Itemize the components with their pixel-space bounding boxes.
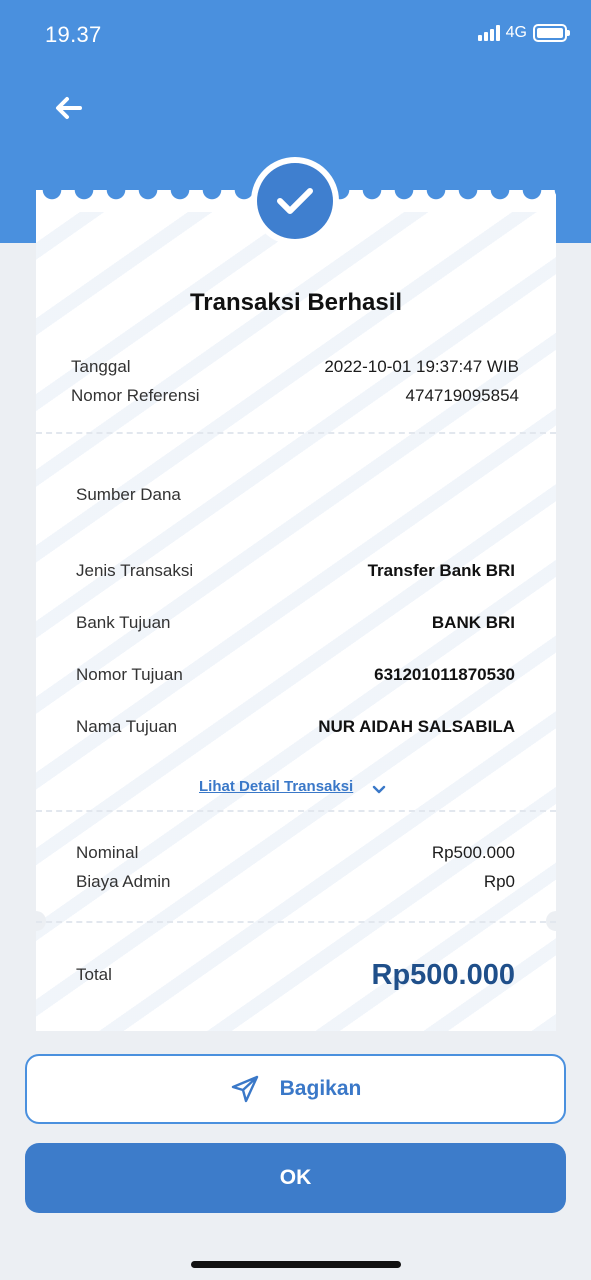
admin-fee-label: Biaya Admin	[76, 872, 171, 891]
destination-bank-value: BANK BRI	[431, 613, 515, 632]
back-button[interactable]	[50, 90, 86, 126]
status-bar: 19.37 4G	[0, 0, 591, 70]
destination-bank-label: Bank Tujuan	[76, 613, 171, 632]
ok-button[interactable]: OK	[25, 1143, 566, 1213]
share-button[interactable]: Bagikan	[25, 1054, 566, 1124]
reference-label: Nomor Referensi	[71, 386, 200, 405]
nominal-value: Rp500.000	[431, 843, 515, 862]
share-button-label: Bagikan	[279, 1077, 362, 1100]
transaction-type-value: Transfer Bank BRI	[367, 561, 515, 580]
signal-icon	[477, 25, 500, 41]
divider	[36, 810, 556, 812]
page-title: Transaksi Berhasil	[189, 289, 403, 316]
network-type: 4G	[505, 24, 527, 41]
divider	[36, 432, 556, 434]
send-icon	[231, 1075, 258, 1103]
total-value: Rp500.000	[371, 959, 516, 991]
checkmark-icon	[277, 188, 313, 214]
nominal-label: Nominal	[76, 843, 139, 862]
chevron-down-icon[interactable]	[370, 780, 388, 798]
divider	[36, 921, 556, 923]
destination-name-value: NUR AIDAH SALSABILA	[318, 717, 515, 736]
arrow-left-icon	[56, 97, 82, 119]
success-badge	[251, 157, 339, 245]
view-detail-link[interactable]: Lihat Detail Transaksi	[199, 778, 353, 795]
transaction-type-label: Jenis Transaksi	[76, 561, 194, 580]
destination-number-label: Nomor Tujuan	[76, 665, 183, 684]
status-indicators: 4G	[477, 24, 570, 42]
reference-value: 474719095854	[405, 386, 519, 405]
source-label: Sumber Dana	[76, 485, 181, 504]
destination-number-value: 631201011870530	[374, 665, 515, 684]
admin-fee-value: Rp0	[483, 872, 515, 891]
destination-name-label: Nama Tujuan	[76, 717, 178, 736]
date-label: Tanggal	[71, 357, 131, 376]
status-time: 19.37	[45, 22, 102, 47]
ok-button-label: OK	[279, 1166, 312, 1189]
home-indicator[interactable]	[191, 1261, 401, 1268]
battery-icon	[533, 24, 570, 42]
date-value: 2022-10-01 19:37:47 WIB	[324, 357, 519, 376]
total-label: Total	[76, 965, 112, 984]
